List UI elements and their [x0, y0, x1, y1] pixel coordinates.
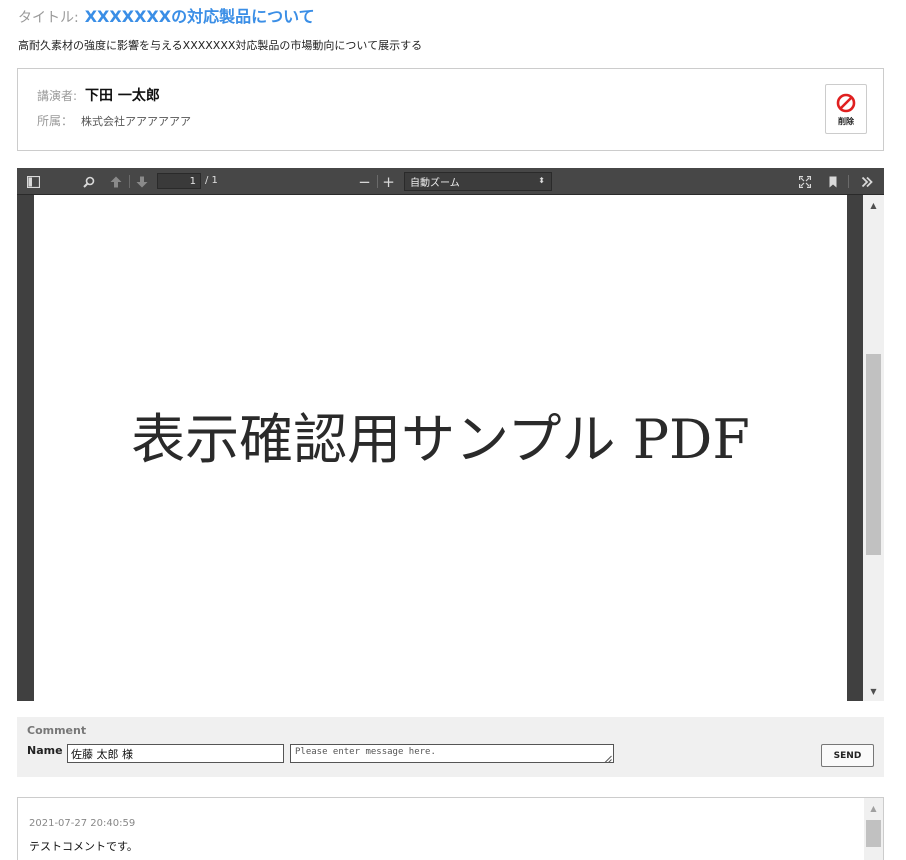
toolbar-separator: [377, 175, 378, 188]
scroll-up-arrow-icon[interactable]: ▲: [863, 197, 884, 213]
comment-scrollbar[interactable]: ▲: [864, 798, 883, 860]
delete-label: 削除: [838, 116, 854, 126]
previous-page-button[interactable]: [107, 173, 124, 190]
title-row: タイトル: XXXXXXXの対応製品について: [18, 3, 315, 26]
sidebar-toggle-icon: [27, 175, 40, 188]
resize-grip-icon[interactable]: [604, 755, 612, 763]
tools-button[interactable]: [858, 173, 875, 190]
zoom-value: 自動ズーム: [410, 178, 460, 189]
select-arrows-icon: ⬍: [538, 176, 545, 185]
affiliation-row: 所属： 株式会社アアアアアア: [37, 112, 191, 129]
comment-list: 2021-07-27 20:40:59 テストコメントです。 ▲: [17, 797, 884, 860]
toolbar-separator: [129, 175, 130, 188]
pdf-page: 表示確認用サンプル PDF: [34, 195, 847, 701]
send-button[interactable]: SEND: [821, 744, 874, 767]
page-description: 高耐久素材の強度に影響を与えるXXXXXXX対応製品の市場動向について展示する: [18, 39, 423, 52]
message-input[interactable]: [290, 744, 614, 763]
delete-button[interactable]: 削除: [825, 84, 867, 134]
page-number-input[interactable]: [157, 173, 201, 189]
name-label: Name: [27, 744, 63, 757]
prohibited-icon: [836, 93, 856, 112]
comment-form-title: Comment: [27, 724, 87, 737]
double-chevron-right-icon: [861, 176, 873, 187]
scroll-up-arrow-icon[interactable]: ▲: [864, 801, 883, 815]
fullscreen-icon: [798, 175, 811, 188]
search-button[interactable]: [80, 173, 97, 190]
presentation-mode-button[interactable]: [796, 173, 813, 190]
next-page-button[interactable]: [133, 173, 150, 190]
pdf-viewer: / 1 − + 自動ズーム ⬍: [17, 168, 884, 701]
comment-form: Comment Name SEND: [17, 717, 884, 777]
affiliation-value: 株式会社アアアアアア: [81, 115, 192, 128]
affiliation-label: 所属：: [37, 114, 74, 128]
plus-icon: +: [382, 172, 395, 191]
pdf-page-text: 表示確認用サンプル PDF: [131, 408, 750, 471]
sidebar-toggle-button[interactable]: [25, 173, 42, 190]
zoom-in-button[interactable]: +: [380, 172, 397, 191]
speaker-name: 下田 一太郎: [85, 88, 160, 104]
scrollbar-thumb[interactable]: [866, 820, 881, 847]
comment-timestamp: 2021-07-27 20:40:59: [29, 818, 136, 829]
pdf-scrollbar[interactable]: ▲ ▼: [863, 195, 884, 701]
zoom-select[interactable]: 自動ズーム ⬍: [404, 172, 552, 191]
speaker-row: 講演者: 下田 一太郎: [37, 85, 160, 105]
arrow-down-icon: [136, 176, 147, 187]
speaker-label: 講演者:: [37, 89, 78, 103]
minus-icon: −: [358, 172, 371, 191]
page-title: XXXXXXXの対応製品について: [84, 7, 315, 26]
search-icon: [82, 176, 94, 188]
comment-text: テストコメントです。: [29, 840, 138, 853]
toolbar-separator: [848, 175, 849, 188]
name-input[interactable]: [67, 744, 284, 763]
bookmark-button[interactable]: [824, 173, 841, 190]
zoom-out-button[interactable]: −: [356, 172, 373, 191]
speaker-box: 講演者: 下田 一太郎 所属： 株式会社アアアアアア 削除: [17, 68, 884, 151]
pdf-toolbar: / 1 − + 自動ズーム ⬍: [17, 168, 884, 195]
arrow-up-icon: [110, 176, 121, 187]
scrollbar-thumb[interactable]: [866, 354, 881, 555]
page-total: / 1: [205, 175, 218, 186]
scroll-down-arrow-icon[interactable]: ▼: [863, 683, 884, 699]
title-label: タイトル:: [18, 10, 79, 26]
bookmark-icon: [829, 176, 836, 187]
